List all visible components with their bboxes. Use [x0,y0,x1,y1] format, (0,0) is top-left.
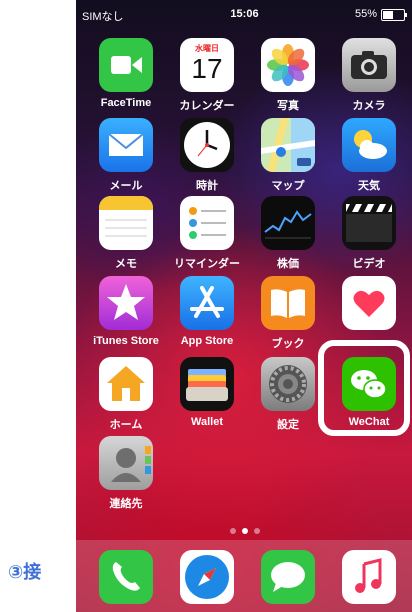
app-label: ホーム [109,419,143,431]
dock-safari[interactable] [171,550,243,604]
step-caption: ③接 [8,562,42,583]
message-bubble-icon [261,550,315,604]
home-icon [99,357,153,411]
app-label: 時計 [196,180,218,192]
calendar-icon: 水曜日 17 [180,38,234,92]
app-calendar[interactable]: 水曜日 17 カレンダー [171,38,243,113]
page-dot[interactable] [229,528,236,534]
app-label: 設定 [277,419,299,431]
app-wallet[interactable]: Wallet [171,357,243,428]
facetime-icon [99,38,153,92]
app-settings[interactable]: 設定 [252,357,324,432]
app-label: リマインダー [174,258,240,270]
app-label: メール [109,180,143,192]
itunes-star-icon [99,276,153,330]
dock [76,540,412,612]
heart-icon [342,276,396,330]
app-notes[interactable]: メモ [90,196,162,271]
photos-icon [261,38,315,92]
page-dot-active[interactable] [241,528,248,534]
app-itunes-store[interactable]: iTunes Store [90,276,162,347]
app-label: App Store [180,335,234,347]
app-label: カメラ [352,100,386,112]
battery-percent: 55% [354,8,377,20]
battery-icon [381,9,407,21]
stocks-icon [261,196,315,250]
app-facetime[interactable]: FaceTime [90,38,162,109]
camera-icon [342,38,396,92]
app-books[interactable]: ブック [252,276,324,351]
app-label: 写真 [277,100,299,112]
app-label: iTunes Store [93,335,159,347]
wallet-icon [180,357,234,411]
app-videos[interactable]: ビデオ [333,196,405,271]
calendar-day: 17 [191,53,223,84]
page-indicator[interactable] [76,519,412,538]
dock-music[interactable] [333,550,405,604]
app-mail[interactable]: メール [90,118,162,193]
app-app-store[interactable]: App Store [171,276,243,347]
app-label: 連絡先 [109,498,143,510]
app-label: FaceTime [100,97,152,109]
app-store-icon [180,276,234,330]
safari-compass-icon [180,550,234,604]
app-health[interactable] [333,276,405,335]
app-label: マップ [271,180,305,192]
app-clock[interactable]: 時計 [171,118,243,193]
app-label: 株価 [277,258,299,270]
app-camera[interactable]: カメラ [333,38,405,113]
book-icon [261,276,315,330]
mail-icon [99,118,153,172]
app-label: カレンダー [179,100,235,112]
app-label: ブック [271,338,305,350]
contacts-icon [99,436,153,490]
page-dot[interactable] [253,528,260,534]
app-label: メモ [115,258,137,270]
notes-icon [99,196,153,250]
maps-icon [261,118,315,172]
app-stocks[interactable]: 株価 [252,196,324,271]
app-label: ビデオ [352,258,386,270]
status-bar: SIMなし 15:06 55% [76,8,412,24]
app-weather[interactable]: 天気 [333,118,405,193]
app-label: Wallet [191,416,223,428]
app-label: 天気 [358,180,380,192]
music-note-icon [342,550,396,604]
phone-screen: SIMなし 15:06 55% FaceTime 水曜日 17 カレンダー 写真… [76,0,412,612]
app-contacts[interactable]: 連絡先 [90,436,162,511]
app-photos[interactable]: 写真 [252,38,324,113]
app-home[interactable]: ホーム [90,357,162,432]
phone-icon [99,550,153,604]
app-reminders[interactable]: リマインダー [171,196,243,271]
wechat-highlight-frame [318,340,410,436]
clock-icon [180,118,234,172]
dock-messages[interactable] [252,550,324,604]
dock-phone[interactable] [90,550,162,604]
app-maps[interactable]: マップ [252,118,324,193]
gear-icon [261,357,315,411]
reminders-icon [180,196,234,250]
videos-icon [342,196,396,250]
weather-icon [342,118,396,172]
